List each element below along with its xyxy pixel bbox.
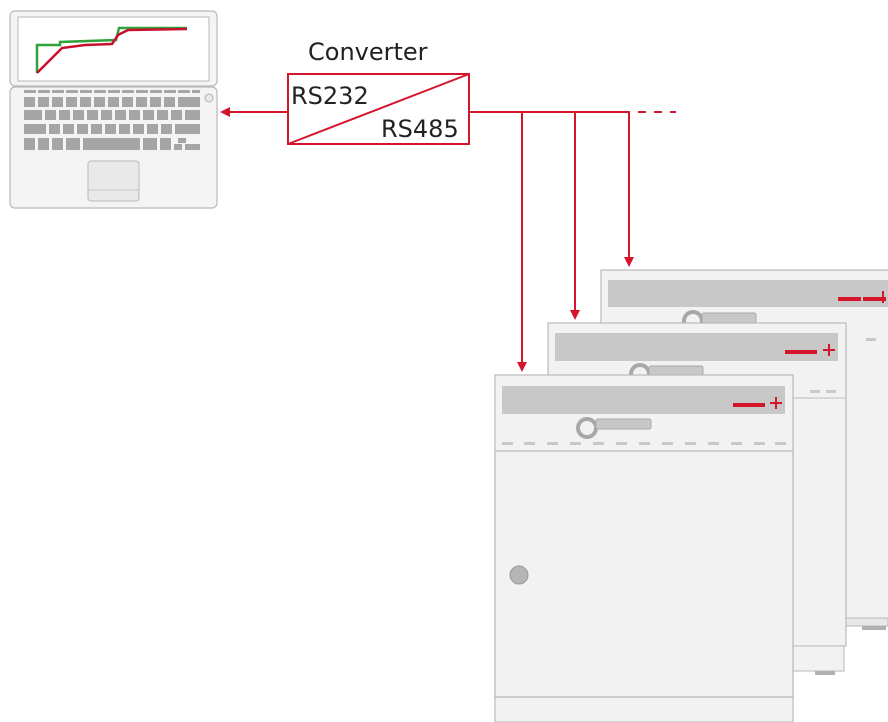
converter-output-label: RS485 — [381, 115, 459, 143]
converter-title: Converter — [308, 38, 428, 66]
door-handle — [509, 565, 529, 585]
converter-box: Converter RS232 RS485 — [287, 38, 470, 145]
network-diagram: Converter RS232 RS485 memmert memmert — [0, 0, 888, 722]
laptop-icon — [9, 10, 218, 209]
diagram-canvas: Converter RS232 RS485 memmert memmert — [9, 10, 888, 722]
oven-icon: memmert — [494, 374, 794, 722]
converter-input-label: RS232 — [291, 82, 369, 110]
